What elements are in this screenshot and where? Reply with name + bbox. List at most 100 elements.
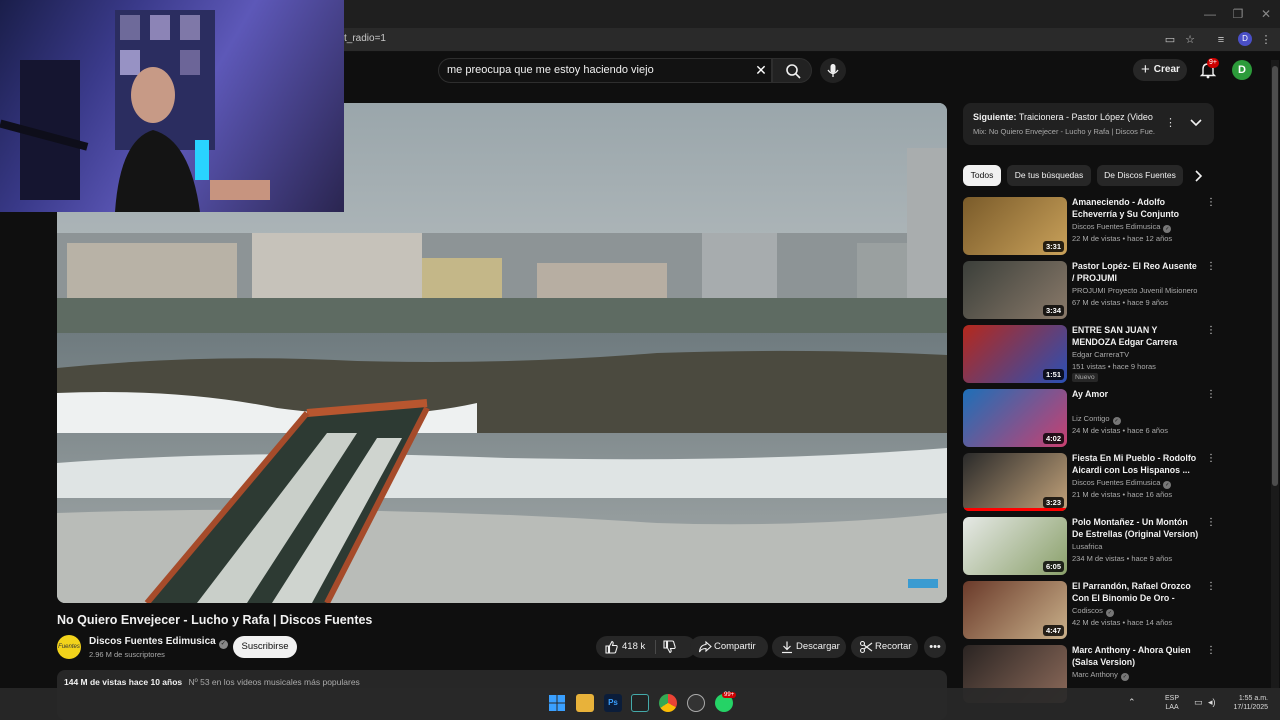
more-actions-icon[interactable]: ••• (924, 636, 946, 658)
video-thumbnail[interactable]: 1:51 (963, 325, 1067, 383)
recommendation-title[interactable]: Polo Montañez - Un Montón De Estrellas (… (1072, 516, 1200, 540)
description-summary[interactable]: 144 M de vistas hace 10 años Nº 53 en lo… (64, 677, 360, 687)
media-control-icon[interactable]: ≡ (1212, 31, 1230, 49)
chip-from-searches[interactable]: De tus búsquedas (1007, 165, 1091, 186)
recommendation-meta: 234 M de vistas • hace 9 años (1072, 554, 1173, 563)
url-text[interactable]: t_radio=1 (344, 33, 386, 44)
recommendation-item[interactable]: 1:51 ENTRE SAN JUAN Y MENDOZA Edgar Carre… (963, 324, 1216, 387)
chevron-right-icon[interactable] (1190, 168, 1206, 184)
recommendation-title[interactable]: Fiesta En Mi Pueblo - Rodolfo Aicardi co… (1072, 452, 1200, 476)
recommendation-title[interactable]: Ay Amor (1072, 388, 1200, 400)
recommendation-channel[interactable]: PROJUMI Proyecto Juvenil Misionero (1072, 286, 1197, 295)
browser-profile-icon[interactable]: D (1238, 32, 1252, 46)
clear-search-icon[interactable]: ✕ (752, 61, 770, 79)
photoshop-icon[interactable]: Ps (604, 694, 622, 712)
like-dislike-group: 418 k (596, 636, 696, 658)
up-next-mix: Mix: No Quiero Envejecer - Lucho y Rafa … (973, 127, 1155, 136)
item-menu-icon[interactable]: ⋮ (1206, 645, 1216, 656)
video-thumbnail[interactable]: 4:02 (963, 389, 1067, 447)
up-next-menu-icon[interactable]: ⋮ (1165, 116, 1176, 129)
video-thumbnail[interactable]: 4:47 (963, 581, 1067, 639)
item-menu-icon[interactable]: ⋮ (1206, 517, 1216, 528)
item-menu-icon[interactable]: ⋮ (1206, 581, 1216, 592)
video-duration: 3:34 (1042, 305, 1064, 316)
chevron-down-icon[interactable] (1188, 116, 1204, 130)
close-window-icon[interactable]: ✕ (1252, 4, 1280, 24)
item-menu-icon[interactable]: ⋮ (1206, 453, 1216, 464)
terminal-icon[interactable] (631, 694, 649, 712)
download-button[interactable]: Descargar (772, 636, 846, 658)
recommendation-title[interactable]: Marc Anthony - Ahora Quien (Salsa Versio… (1072, 644, 1200, 668)
recommendation-channel[interactable]: Lusafrica (1072, 542, 1102, 551)
like-count[interactable]: 418 k (622, 636, 645, 658)
video-duration: 4:47 (1042, 625, 1064, 636)
search-input-value[interactable]: me preocupa que me estoy haciendo viejo (447, 64, 654, 76)
video-duration: 4:02 (1042, 433, 1064, 444)
chip-todos[interactable]: Todos (963, 165, 1001, 186)
tray-chevron-up-icon[interactable]: ⌃ (1128, 697, 1136, 708)
recommendation-meta: 42 M de vistas • hace 14 años (1072, 618, 1173, 627)
recommendation-meta: 24 M de vistas • hace 6 años (1072, 426, 1169, 435)
create-button[interactable]: + Crear (1133, 59, 1187, 81)
recommendation-channel[interactable]: Marc Anthony ✓ (1072, 670, 1129, 681)
voice-search-button[interactable] (820, 58, 846, 83)
video-thumbnail[interactable]: 3:23 (963, 453, 1067, 511)
bookmark-star-icon[interactable]: ☆ (1181, 31, 1199, 49)
up-next-panel[interactable] (963, 103, 1214, 145)
clock[interactable]: 1:55 a.m. 17/11/2025 (1224, 694, 1268, 712)
microphone-icon (827, 64, 839, 77)
recommendation-title[interactable]: Pastor Lopéz- El Reo Ausente / PROJUMI (1072, 260, 1200, 284)
clip-button[interactable]: Recortar (851, 636, 918, 658)
recommendation-item[interactable]: 6:05 Polo Montañez - Un Montón De Estrell… (963, 516, 1216, 579)
watch-progress-bar (963, 508, 1067, 511)
subscribe-button[interactable]: Suscribirse (233, 636, 297, 658)
recommendation-item[interactable]: 4:47 El Parrandón, Rafael Orozco Con El B… (963, 580, 1216, 643)
item-menu-icon[interactable]: ⋮ (1206, 389, 1216, 400)
recommendation-channel[interactable]: Discos Fuentes Edimusica ✓ (1072, 478, 1172, 489)
cast-icon[interactable]: ▭ (1161, 31, 1179, 49)
video-thumbnail[interactable]: 3:34 (963, 261, 1067, 319)
language-indicator[interactable]: ESP LAA (1165, 694, 1179, 712)
item-menu-icon[interactable]: ⋮ (1206, 325, 1216, 336)
chrome-icon[interactable] (659, 694, 677, 712)
network-icon[interactable]: ▭ (1194, 697, 1203, 708)
item-menu-icon[interactable]: ⋮ (1206, 197, 1216, 208)
video-thumbnail[interactable]: 6:05 (963, 517, 1067, 575)
thumbs-up-icon[interactable] (604, 640, 618, 654)
recommendation-meta: 67 M de vistas • hace 9 años (1072, 298, 1169, 307)
recommendation-meta: 22 M de vistas • hace 12 años (1072, 234, 1173, 243)
video-thumbnail[interactable]: 3:31 (963, 197, 1067, 255)
up-next-title[interactable]: Siguiente: Traicionera - Pastor López (V… (973, 112, 1155, 122)
share-button[interactable]: Compartir (690, 636, 768, 658)
volume-icon[interactable]: ◂) (1208, 697, 1216, 708)
view-count-date: 144 M de vistas hace 10 años (64, 677, 183, 687)
recommendation-item[interactable]: 4:02 Ay Amor Liz Contigo ✓ 24 M de vistas • … (963, 388, 1216, 451)
recommendation-channel[interactable]: Discos Fuentes Edimusica ✓ (1072, 222, 1172, 233)
recommendation-title[interactable]: Amaneciendo - Adolfo Echeverría y Su Con… (1072, 196, 1200, 220)
recommendation-title[interactable]: El Parrandón, Rafael Orozco Con El Binom… (1072, 580, 1200, 604)
recommendation-channel[interactable]: Liz Contigo ✓ (1072, 414, 1121, 425)
channel-avatar[interactable]: Fuentes (57, 635, 81, 659)
obs-icon[interactable] (687, 694, 705, 712)
scrollbar-thumb[interactable] (1272, 66, 1278, 486)
chip-from-channel[interactable]: De Discos Fuentes (1097, 165, 1183, 186)
minimize-icon[interactable]: — (1196, 4, 1224, 24)
browser-menu-icon[interactable]: ⋮ (1257, 31, 1275, 49)
video-duration: 3:31 (1042, 241, 1064, 252)
account-avatar[interactable]: D (1232, 60, 1252, 80)
item-menu-icon[interactable]: ⋮ (1206, 261, 1216, 272)
recommendation-item[interactable]: 3:23 Fiesta En Mi Pueblo - Rodolfo Aicard… (963, 452, 1216, 515)
recommendation-item[interactable]: 3:31 Amaneciendo - Adolfo Echeverría y Su… (963, 196, 1216, 259)
file-explorer-icon[interactable] (576, 694, 594, 712)
windows-start-icon[interactable] (548, 694, 566, 712)
search-icon (786, 64, 801, 79)
thumbs-down-icon[interactable] (662, 640, 676, 654)
recommendation-channel[interactable]: Codiscos ✓ (1072, 606, 1114, 617)
recommendation-item[interactable]: 3:34 Pastor Lopéz- El Reo Ausente / PROJU… (963, 260, 1216, 323)
notification-count-badge: 9+ (1207, 58, 1219, 68)
recommendation-title[interactable]: ENTRE SAN JUAN Y MENDOZA Edgar Carrera N… (1072, 324, 1200, 348)
channel-name[interactable]: Discos Fuentes Edimusica ✓ (89, 636, 228, 649)
maximize-icon[interactable]: ❐ (1224, 4, 1252, 24)
recommendation-channel[interactable]: Edgar CarreraTV (1072, 350, 1129, 359)
search-button[interactable] (772, 58, 812, 83)
